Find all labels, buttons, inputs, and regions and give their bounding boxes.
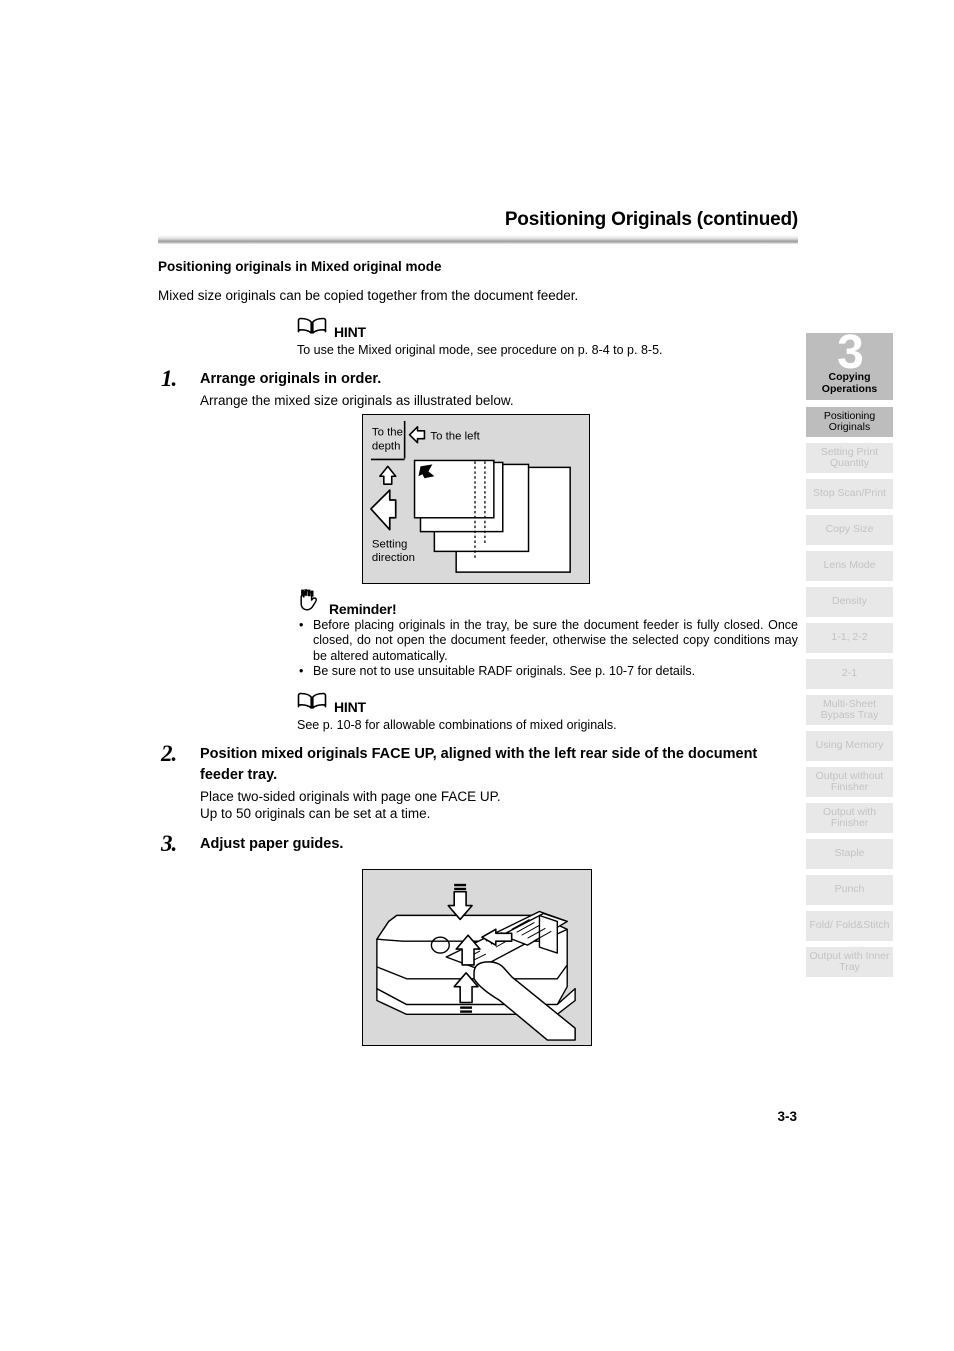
sidebar-item-positioning-originals[interactable]: Positioning Originals	[806, 407, 893, 437]
manual-page: Positioning Originals (continued) Positi…	[0, 0, 954, 1351]
page-header: Positioning Originals (continued)	[158, 208, 798, 244]
label-setting-direction: Setting	[372, 538, 407, 550]
sidebar-item-output-with-finisher[interactable]: Output with Finisher	[806, 803, 893, 833]
sidebar-item-staple[interactable]: Staple	[806, 839, 893, 869]
step-1-subtext: Arrange the mixed size originals as illu…	[200, 393, 514, 408]
sidebar-item-fold-fold-and-stitch[interactable]: Fold/ Fold&Stitch	[806, 911, 893, 941]
chapter-number: 3	[837, 326, 864, 379]
step-3-number: 3.	[161, 830, 177, 856]
step-1-title: Arrange originals in order.	[200, 371, 382, 387]
section-intro: Mixed size originals can be copied toget…	[158, 288, 579, 303]
arrange-originals-diagram: To the depth To the left Setting directi…	[362, 414, 590, 584]
section-heading: Positioning originals in Mixed original …	[158, 259, 442, 274]
down-arrow-icon	[447, 883, 473, 921]
adjust-paper-guides-illustration	[362, 869, 592, 1046]
open-hand-icon	[297, 588, 322, 617]
list-bullet: •	[299, 664, 304, 678]
hint-callout-2: HINT See p. 10-8 for allowable combinati…	[297, 692, 798, 733]
hint-label-2: HINT	[334, 698, 366, 715]
label-to-the-left: To the left	[430, 431, 480, 443]
reminder-item: • Be sure not to use unsuitable RADF ori…	[297, 664, 798, 680]
reminder-item-text: Before placing originals in the tray, be…	[313, 617, 798, 663]
header-rule-bar	[158, 235, 798, 244]
step-2-subtext-line2: Up to 50 originals can be set at a time.	[200, 806, 431, 821]
reminder-item-text: Be sure not to use unsuitable RADF origi…	[313, 664, 696, 678]
sidebar-item-copy-size[interactable]: Copy Size	[806, 515, 893, 545]
reminder-list: • Before placing originals in the tray, …	[297, 618, 798, 680]
sidebar-item-punch[interactable]: Punch	[806, 875, 893, 905]
step-2-number: 2.	[161, 740, 177, 766]
hint-header-2: HINT	[297, 692, 798, 715]
outline-up-arrow-icon	[379, 465, 397, 485]
hint-label-1: HINT	[334, 324, 366, 340]
chapter-tab-rail: 3 Copying Operations Positioning Origina…	[806, 329, 893, 983]
hint-header-1: HINT	[297, 317, 798, 340]
list-bullet: •	[299, 617, 304, 632]
outline-left-arrow-small-icon	[408, 426, 426, 444]
reminder-header: Reminder!	[297, 588, 798, 617]
step-3: 3. Adjust paper guides.	[158, 830, 798, 856]
svg-text:depth: depth	[372, 441, 401, 453]
svg-text:direction: direction	[372, 552, 415, 564]
sidebar-item-using-memory[interactable]: Using Memory	[806, 731, 893, 761]
page-title: Positioning Originals (continued)	[504, 209, 798, 230]
reminder-callout: Reminder! • Before placing originals in …	[297, 588, 798, 680]
sidebar-item-output-with-inner-tray[interactable]: Output with Inner Tray	[806, 947, 893, 977]
hint-text-2: See p. 10-8 for allowable combinations o…	[297, 717, 617, 732]
reminder-label: Reminder!	[329, 600, 397, 617]
sidebar-item-1-1-2-2[interactable]: 1-1, 2-2	[806, 623, 893, 653]
sidebar-item-lens-mode[interactable]: Lens Mode	[806, 551, 893, 581]
page-footer: 3-3	[0, 1109, 797, 1124]
sidebar-item-density[interactable]: Density	[806, 587, 893, 617]
step-3-title: Adjust paper guides.	[200, 835, 344, 852]
label-to-the-depth: To the	[372, 427, 403, 439]
hint-text-1: To use the Mixed original mode, see proc…	[297, 343, 663, 357]
step-2-subtext-line1: Place two-sided originals with page one …	[200, 788, 501, 804]
step-2: 2. Position mixed originals FACE UP, ali…	[158, 740, 798, 823]
outline-left-arrow-icon	[370, 489, 397, 531]
sidebar-item-2-1[interactable]: 2-1	[806, 659, 893, 689]
open-book-icon	[297, 692, 327, 715]
step-1: 1. Arrange originals in order. Arrange t…	[158, 366, 798, 410]
page-number: 3-3	[777, 1109, 797, 1124]
reminder-item: • Before placing originals in the tray, …	[297, 618, 798, 665]
sidebar-item-stop-scan-print[interactable]: Stop Scan/Print	[806, 479, 893, 509]
hint-callout-1: HINT To use the Mixed original mode, see…	[297, 317, 798, 358]
step-1-number: 1.	[161, 366, 177, 391]
chapter-name: Copying Operations	[821, 371, 878, 395]
document-feeder-illustration	[376, 910, 576, 1016]
open-book-icon	[297, 317, 327, 340]
sidebar-item-setting-print-quantity[interactable]: Setting Print Quantity	[806, 443, 893, 473]
sidebar-item-output-without-finisher[interactable]: Output without Finisher	[806, 767, 893, 797]
chapter-header-block: 3 Copying Operations	[806, 329, 893, 400]
step-2-title: Position mixed originals FACE UP, aligne…	[200, 745, 758, 783]
sidebar-item-multi-sheet-bypass-tray[interactable]: Multi-Sheet Bypass Tray	[806, 695, 893, 725]
